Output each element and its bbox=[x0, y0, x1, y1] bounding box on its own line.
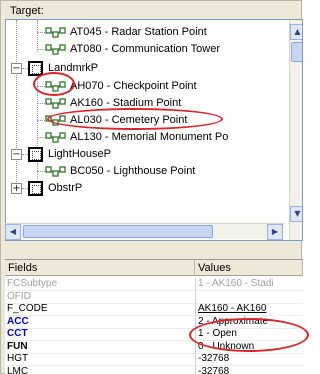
scroll-up-button[interactable]: ▲ bbox=[290, 24, 302, 40]
landmrk-highlight-ring bbox=[33, 72, 75, 96]
feature-point-icon bbox=[45, 132, 66, 143]
feature-point-icon bbox=[45, 44, 66, 55]
tree-connector bbox=[37, 32, 45, 33]
grid-row[interactable]: OFID bbox=[5, 290, 303, 303]
tree-item-label: AT045 - Radar Station Point bbox=[70, 26, 207, 38]
scroll-left-button[interactable]: ◀ bbox=[5, 224, 21, 240]
field-value-cell[interactable]: AK160 - AK160 bbox=[195, 303, 303, 315]
feature-point-icon bbox=[45, 27, 66, 38]
horizontal-scroll-thumb[interactable] bbox=[23, 225, 213, 238]
target-label: Target: bbox=[10, 5, 44, 17]
tree-connector bbox=[37, 171, 45, 172]
tree-layer-label: ObstrP bbox=[48, 182, 83, 194]
feature-point-icon bbox=[45, 98, 66, 109]
tree-item-label: BC050 - Lighthouse Point bbox=[70, 165, 196, 177]
grid-row[interactable]: F_CODE AK160 - AK160 bbox=[5, 303, 303, 315]
scroll-thumb[interactable] bbox=[291, 42, 302, 62]
tree-feature-item[interactable]: AT045 - Radar Station Point bbox=[6, 24, 288, 41]
field-name-cell: FCSubtype bbox=[7, 278, 58, 289]
grid-header: Fields Values bbox=[5, 260, 303, 276]
target-tree[interactable]: ▲ ▼ AT045 - Radar Station Point AT080 - C… bbox=[5, 19, 303, 241]
collapse-icon[interactable]: − bbox=[11, 63, 22, 74]
grid-row[interactable]: FCSubtype 1 - AK160 - Stadi bbox=[5, 278, 303, 290]
scroll-down-button[interactable]: ▼ bbox=[290, 206, 302, 222]
field-value-cell[interactable]: 1 - AK160 - Stadi bbox=[195, 278, 303, 290]
field-name-cell: F_CODE bbox=[7, 303, 48, 314]
feature-point-icon bbox=[45, 166, 66, 177]
tree-feature-item[interactable]: BC050 - Lighthouse Point bbox=[6, 163, 288, 180]
tree-vertical-scrollbar[interactable]: ▲ ▼ bbox=[289, 20, 302, 240]
tree-connector bbox=[37, 120, 45, 121]
fields-column-header[interactable]: Fields bbox=[5, 260, 195, 276]
values-column-header[interactable]: Values bbox=[195, 260, 303, 276]
target-panel: Target: ▲ ▼ AT045 - Radar Station Point A… bbox=[0, 0, 309, 374]
expand-icon[interactable]: + bbox=[11, 183, 22, 194]
collapse-icon[interactable]: − bbox=[11, 149, 22, 160]
tree-horizontal-scrollbar[interactable]: ◀ ▶ bbox=[5, 223, 284, 240]
field-name-cell: OFID bbox=[7, 290, 31, 302]
tree-connector bbox=[37, 137, 45, 138]
field-name-cell: HGT bbox=[7, 353, 29, 364]
field-name-cell: FUN bbox=[7, 340, 28, 352]
tree-item-label: AH070 - Checkpoint Point bbox=[70, 80, 197, 92]
field-value-cell[interactable]: -32768 bbox=[195, 365, 303, 374]
tree-layer-label: LightHouseP bbox=[48, 148, 111, 160]
attribute-grid: Fields Values FCSubtype 1 - AK160 - Stadi… bbox=[5, 259, 303, 374]
feature-layer-icon bbox=[28, 181, 43, 196]
tree-connector bbox=[37, 49, 45, 50]
stadium-highlight-ring bbox=[47, 108, 223, 130]
tree-item-label: AL130 - Memorial Monument Po bbox=[70, 131, 229, 143]
field-name-cell: LMC bbox=[7, 365, 29, 374]
tree-connector bbox=[37, 103, 45, 104]
tree-layer-item[interactable]: + ObstrP bbox=[6, 180, 288, 197]
feature-layer-icon bbox=[28, 147, 43, 162]
values-highlight-ring bbox=[189, 318, 309, 352]
tree-feature-item[interactable]: AL130 - Memorial Monument Po bbox=[6, 129, 288, 146]
tree-item-label: AT080 - Communication Tower bbox=[70, 43, 220, 55]
tree-layer-item[interactable]: − LightHouseP bbox=[6, 146, 288, 163]
field-value-cell[interactable]: -32768 bbox=[195, 353, 303, 365]
field-value-cell[interactable] bbox=[195, 290, 303, 303]
field-name-cell: ACC bbox=[7, 315, 29, 327]
scroll-right-button[interactable]: ▶ bbox=[267, 224, 283, 240]
field-name-cell: CCT bbox=[7, 328, 28, 339]
tree-feature-item[interactable]: AT080 - Communication Tower bbox=[6, 41, 288, 58]
grid-row[interactable]: HGT -32768 bbox=[5, 353, 303, 365]
grid-row[interactable]: LMC -32768 bbox=[5, 365, 303, 374]
